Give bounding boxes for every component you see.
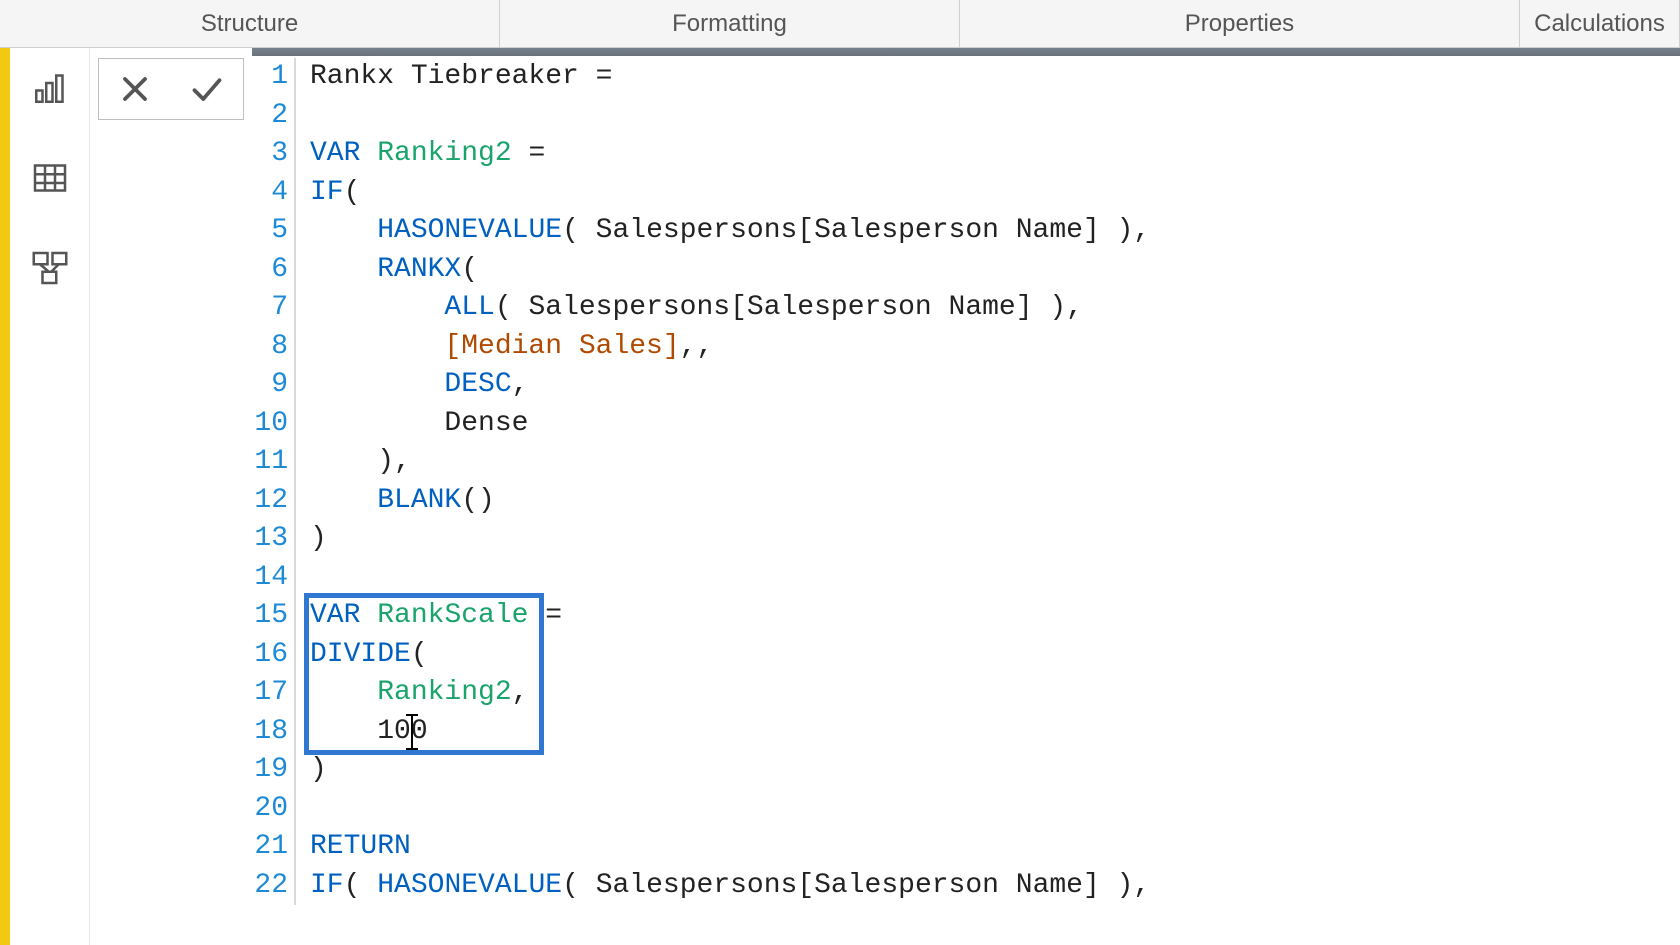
line-number: 5 [252,212,294,251]
formula-bar-controls [90,48,252,945]
code-line[interactable]: 7 ALL( Salespersons[Salesperson Name] ), [252,289,1680,328]
tab-properties[interactable]: Properties [960,0,1520,47]
formula-control-box [98,58,244,120]
code-line[interactable]: 21RETURN [252,828,1680,867]
code-line[interactable]: 4IF( [252,174,1680,213]
line-number: 2 [252,97,294,136]
line-number: 21 [252,828,294,867]
workspace: 1Rankx Tiebreaker =23VAR Ranking2 =4IF(5… [0,48,1680,945]
line-number: 10 [252,405,294,444]
line-number: 20 [252,790,294,829]
tab-formatting[interactable]: Formatting [500,0,960,47]
code-line[interactable]: 12 BLANK() [252,482,1680,521]
code-line[interactable]: 2 [252,97,1680,136]
line-number: 11 [252,443,294,482]
data-view-icon[interactable] [28,156,72,200]
line-number: 14 [252,559,294,598]
report-view-icon[interactable] [28,66,72,110]
line-number: 1 [252,58,294,97]
code-line[interactable]: 19) [252,751,1680,790]
code-line[interactable]: 17 Ranking2, [252,674,1680,713]
code-line[interactable]: 10 Dense [252,405,1680,444]
line-number: 7 [252,289,294,328]
line-number: 9 [252,366,294,405]
nav-rail [10,48,90,945]
top-tab-bar: Structure Formatting Properties Calculat… [0,0,1680,48]
tab-structure[interactable]: Structure [0,0,500,47]
line-number: 16 [252,636,294,675]
code-line[interactable]: 5 HASONEVALUE( Salespersons[Salesperson … [252,212,1680,251]
line-number: 15 [252,597,294,636]
code-line[interactable]: 16DIVIDE( [252,636,1680,675]
commit-button[interactable] [171,59,243,119]
line-number: 13 [252,520,294,559]
line-number: 3 [252,135,294,174]
tab-calculations[interactable]: Calculations [1520,0,1680,47]
model-view-icon[interactable] [28,246,72,290]
code-line[interactable]: 13) [252,520,1680,559]
line-number: 4 [252,174,294,213]
line-number: 17 [252,674,294,713]
code-line[interactable]: 11 ), [252,443,1680,482]
code-line[interactable]: 15VAR RankScale = [252,597,1680,636]
code-line[interactable]: 1Rankx Tiebreaker = [252,58,1680,97]
code-line[interactable]: 14 [252,559,1680,598]
code-line[interactable]: 9 DESC, [252,366,1680,405]
line-number: 22 [252,867,294,906]
line-number: 19 [252,751,294,790]
code-line[interactable]: 22IF( HASONEVALUE( Salespersons[Salesper… [252,867,1680,906]
editor-top-strip [252,48,1680,56]
line-number: 8 [252,328,294,367]
code-line[interactable]: 6 RANKX( [252,251,1680,290]
code-line[interactable]: 20 [252,790,1680,829]
code-line[interactable]: 18 100 [252,713,1680,752]
line-number: 12 [252,482,294,521]
accent-edge [0,48,10,945]
code-line[interactable]: 8 [Median Sales],, [252,328,1680,367]
formula-editor[interactable]: 1Rankx Tiebreaker =23VAR Ranking2 =4IF(5… [252,48,1680,945]
code-line[interactable]: 3VAR Ranking2 = [252,135,1680,174]
line-number: 18 [252,713,294,752]
cancel-button[interactable] [99,59,171,119]
line-number: 6 [252,251,294,290]
text-cursor [411,715,413,749]
